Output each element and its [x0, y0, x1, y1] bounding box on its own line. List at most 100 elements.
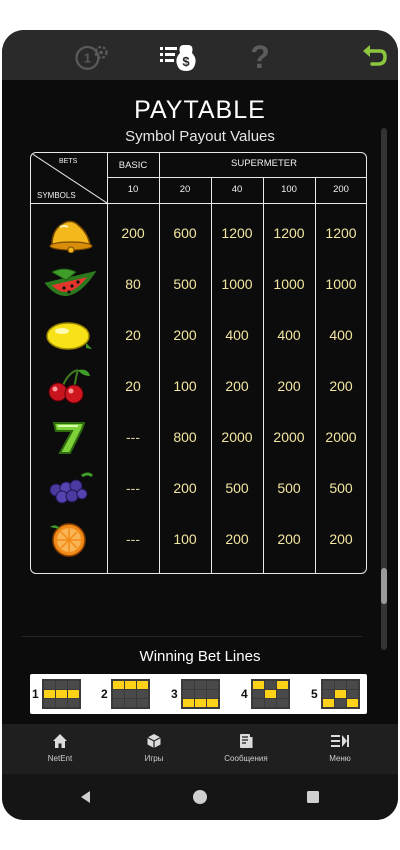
payout-value: 400 [329, 327, 353, 343]
bet-line-number: 1 [32, 687, 39, 701]
paytable-icon: $ [160, 45, 196, 71]
bet-lines-title: Winning Bet Lines [139, 648, 261, 665]
bet-line-number: 4 [241, 687, 248, 701]
bet-line-5: 5 [311, 679, 360, 709]
nav-menu[interactable]: Меню [300, 732, 380, 763]
payout-value: 200 [173, 327, 197, 343]
watermelon-icon [39, 262, 99, 306]
svg-text:1: 1 [84, 50, 91, 65]
android-recents-button[interactable] [302, 786, 324, 808]
bell-icon [39, 211, 99, 255]
payout-value: 80 [125, 276, 141, 292]
nav-netent[interactable]: NetEnt [20, 732, 100, 763]
payout-value: 1200 [221, 225, 253, 241]
bet-line-pattern [250, 679, 290, 709]
payout-value: 20 [125, 327, 141, 343]
paytable-panel[interactable]: PAYTABLE Symbol Payout Values BETS SYMBO… [2, 80, 398, 724]
payout-value: 1000 [273, 276, 305, 292]
svg-text:$: $ [182, 54, 190, 69]
header-supermeter: SUPERMETER [231, 158, 297, 169]
bet-line-4: 4 [241, 679, 290, 709]
payout-value: 200 [121, 225, 145, 241]
recents-icon [307, 791, 319, 803]
back-icon [81, 791, 90, 803]
payout-value: 1200 [325, 225, 357, 241]
payout-value: 600 [173, 225, 197, 241]
payout-value: 200 [277, 378, 301, 394]
android-home-button[interactable] [189, 786, 211, 808]
payout-value: 2000 [221, 429, 253, 445]
section-divider [22, 636, 362, 637]
payout-value: 2000 [273, 429, 305, 445]
nav-games[interactable]: Игры [114, 732, 194, 763]
back-button[interactable] [354, 40, 394, 74]
payout-value: 200 [173, 480, 197, 496]
payout-value: --- [126, 480, 140, 496]
payout-value: 800 [173, 429, 197, 445]
payout-value: --- [126, 429, 140, 445]
game-toolbar: 1 $ ? [2, 30, 398, 80]
payout-value: 1000 [221, 276, 253, 292]
header-symbols: SYMBOLS [37, 191, 76, 200]
payout-value: 200 [329, 378, 353, 394]
bet-line-3: 3 [171, 679, 220, 709]
home-circle-icon [193, 790, 207, 804]
menu-icon [300, 732, 380, 750]
payout-value: 400 [277, 327, 301, 343]
payout-value: 2000 [325, 429, 357, 445]
bet-line-pattern [110, 679, 150, 709]
bet-line-pattern [41, 679, 81, 709]
coins-gear-icon: 1 [75, 45, 108, 70]
nav-label: Сообщения [224, 754, 268, 763]
nav-label: Игры [144, 754, 164, 763]
payout-value: 1000 [325, 276, 357, 292]
paytable-button[interactable]: $ [158, 40, 198, 74]
help-icon: ? [250, 39, 270, 75]
bet-line-1: 1 [32, 679, 81, 709]
payout-value: 500 [225, 480, 249, 496]
payout-value: 100 [173, 531, 197, 547]
payout-value: 200 [225, 531, 249, 547]
seven-icon [39, 415, 99, 459]
bet-value: 100 [281, 184, 297, 195]
bet-value: 40 [231, 184, 243, 195]
header-bets: BETS [59, 158, 78, 165]
payout-value: 200 [277, 531, 301, 547]
payout-value: 100 [173, 378, 197, 394]
messages-icon [206, 732, 286, 750]
payout-value: 1200 [273, 225, 305, 241]
scrollbar[interactable] [381, 128, 387, 650]
home-icon [20, 732, 100, 750]
bet-line-number: 3 [171, 687, 178, 701]
bet-value: 200 [333, 184, 349, 195]
payout-value: 400 [225, 327, 249, 343]
help-button[interactable]: ? [240, 40, 280, 74]
cherries-icon [39, 364, 99, 408]
nav-messages[interactable]: Сообщения [206, 732, 286, 763]
bet-lines-strip: 1 2 3 4 5 [30, 674, 367, 714]
page-subtitle: Symbol Payout Values [125, 128, 275, 145]
page-title: PAYTABLE [134, 96, 266, 124]
coins-settings-button[interactable]: 1 [72, 40, 112, 74]
payout-value: 200 [329, 531, 353, 547]
bet-value: 20 [179, 184, 191, 195]
bet-line-number: 5 [311, 687, 318, 701]
phone-screen: 1 $ ? PAYTABLE Symbol Payout Values BETS… [2, 30, 398, 820]
site-bottom-nav: NetEnt Игры Сообщения Меню [2, 724, 398, 774]
android-back-button[interactable] [75, 786, 97, 808]
lemon-icon [39, 313, 99, 357]
orange-icon [39, 517, 99, 561]
payout-value: 500 [329, 480, 353, 496]
grapes-icon [39, 466, 99, 510]
cube-icon [114, 732, 194, 750]
bet-value: 10 [127, 184, 139, 195]
bet-line-pattern [180, 679, 220, 709]
payout-value: --- [126, 531, 140, 547]
scrollbar-thumb[interactable] [381, 568, 387, 604]
payout-value: 20 [125, 378, 141, 394]
payout-table: BETS SYMBOLS BASIC SUPERMETER 10 20 40 1… [30, 152, 367, 574]
back-arrow-icon [363, 45, 387, 66]
header-basic: BASIC [118, 160, 148, 171]
nav-label: Меню [329, 754, 351, 763]
payout-value: 500 [173, 276, 197, 292]
